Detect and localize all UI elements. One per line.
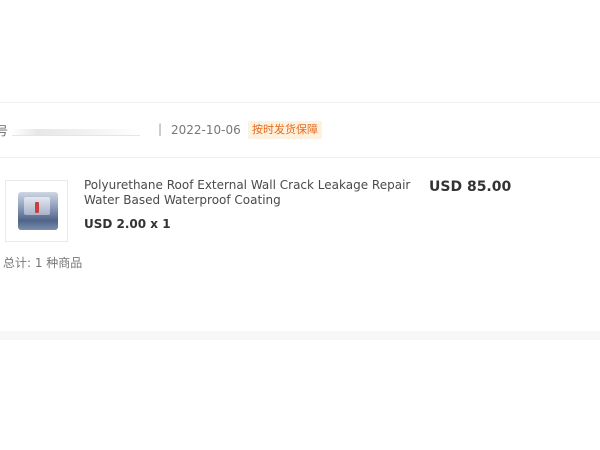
product-image bbox=[18, 192, 58, 230]
order-number-redacted bbox=[12, 129, 140, 136]
product-total-price: USD 85.00 bbox=[429, 179, 512, 195]
order-summary: 总计: 1 种商品 bbox=[3, 256, 83, 270]
product-thumbnail[interactable] bbox=[5, 180, 68, 242]
product-row[interactable]: Polyurethane Roof External Wall Crack Le… bbox=[0, 177, 600, 249]
product-title[interactable]: Polyurethane Roof External Wall Crack Le… bbox=[84, 178, 414, 208]
product-unit-price-quantity: USD 2.00 x 1 bbox=[84, 217, 171, 231]
order-number-label: 号 bbox=[0, 124, 9, 138]
top-blank-area bbox=[0, 0, 600, 102]
order-card: 号 | 2022-10-06 按时发货保障 Polyurethane Roof … bbox=[0, 102, 600, 333]
order-date: 2022-10-06 bbox=[171, 123, 241, 137]
order-header: 号 | 2022-10-06 按时发货保障 bbox=[0, 103, 600, 158]
section-divider-band bbox=[0, 331, 600, 340]
order-page: 号 | 2022-10-06 按时发货保障 Polyurethane Roof … bbox=[0, 0, 600, 450]
bottom-blank-area bbox=[0, 340, 600, 450]
header-separator: | bbox=[158, 122, 163, 136]
delivery-guarantee-badge: 按时发货保障 bbox=[248, 121, 322, 139]
